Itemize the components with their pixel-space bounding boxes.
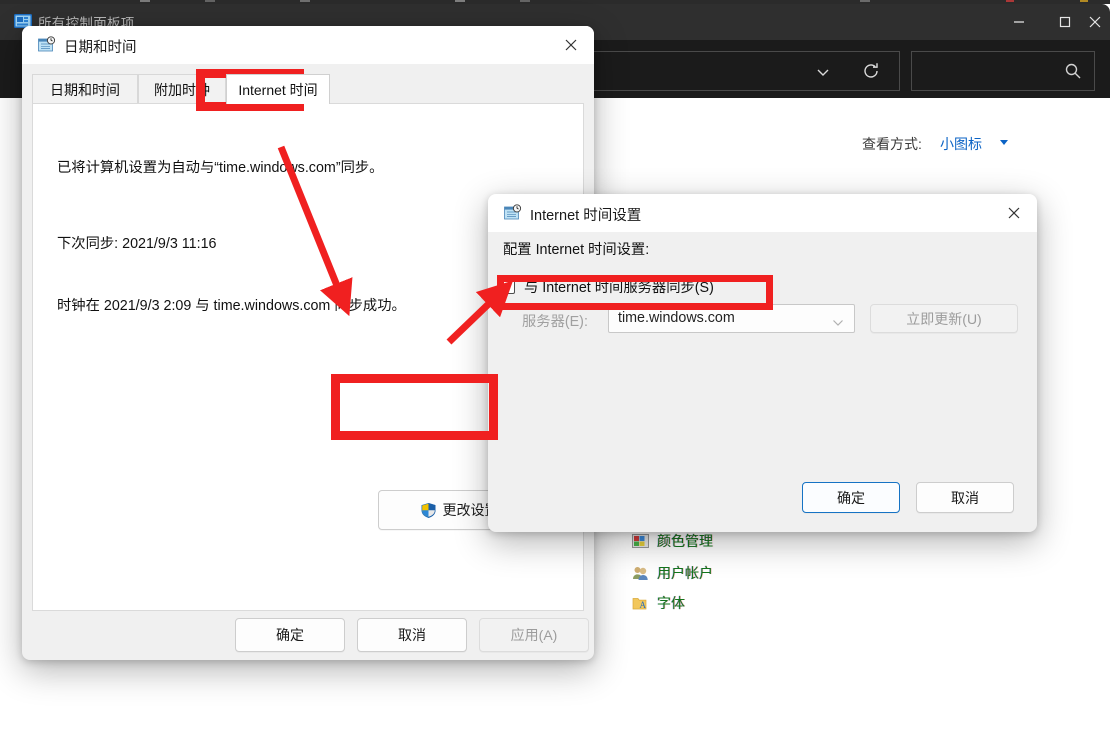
cancel-button[interactable]: 取消 xyxy=(916,482,1014,513)
user-accounts-icon xyxy=(633,566,648,580)
refresh-icon[interactable] xyxy=(861,61,881,86)
fonts-icon: A xyxy=(632,597,647,610)
svg-text:A: A xyxy=(640,600,647,610)
server-value: time.windows.com xyxy=(618,310,735,326)
tab-label: 日期和时间 xyxy=(50,81,120,98)
ok-label: 确定 xyxy=(276,627,304,643)
chevron-down-icon[interactable] xyxy=(832,315,844,333)
server-combobox[interactable]: time.windows.com xyxy=(608,304,855,333)
search-icon xyxy=(1064,62,1082,85)
search-input[interactable] xyxy=(911,51,1095,91)
close-icon[interactable] xyxy=(991,194,1037,232)
dialog-tab-row: 日期和时间 附加时钟 Internet 时间 xyxy=(32,74,584,104)
list-item[interactable]: 颜色管理 xyxy=(632,530,713,552)
view-by-label: 查看方式: xyxy=(862,136,922,152)
configure-heading: 配置 Internet 时间设置: xyxy=(503,242,650,258)
last-sync-text: 时钟在 2021/9/3 2:09 与 time.windows.com 同步成… xyxy=(57,298,406,314)
caret-down-icon[interactable] xyxy=(1000,140,1008,145)
apply-label: 应用(A) xyxy=(510,627,558,643)
window-minimize-button[interactable] xyxy=(996,4,1042,40)
internet-time-settings-dialog: Internet 时间设置 配置 Internet 时间设置: 与 Intern… xyxy=(488,194,1037,532)
color-management-icon xyxy=(632,533,649,548)
cancel-label: 取消 xyxy=(951,489,979,506)
list-item[interactable]: 用户帐户 xyxy=(632,562,713,584)
uac-shield-icon xyxy=(421,502,435,518)
sync-with-internet-server-checkbox[interactable]: 与 Internet 时间服务器同步(S) xyxy=(500,274,770,298)
tab-date-and-time[interactable]: 日期和时间 xyxy=(32,74,138,104)
auto-sync-status-text: 已将计算机设置为自动与“time.windows.com”同步。 xyxy=(57,160,384,176)
tab-label: Internet 时间 xyxy=(238,81,318,98)
date-time-dialog-titlebar: 日期和时间 xyxy=(22,26,594,64)
date-time-icon xyxy=(38,36,56,52)
list-item-label: 颜色管理 xyxy=(657,533,713,549)
close-icon[interactable] xyxy=(548,26,594,64)
chevron-down-icon[interactable] xyxy=(815,64,831,85)
server-label: 服务器(E): xyxy=(522,314,588,330)
apply-button: 应用(A) xyxy=(479,618,589,652)
cancel-label: 取消 xyxy=(398,627,426,643)
checkbox-box[interactable] xyxy=(500,278,515,294)
window-close-button[interactable] xyxy=(1080,4,1110,40)
tab-internet-time[interactable]: Internet 时间 xyxy=(226,74,330,104)
list-item[interactable]: A 字体 xyxy=(632,592,685,614)
tab-label: 附加时钟 xyxy=(154,81,210,98)
list-item-label: 字体 xyxy=(657,595,685,611)
date-time-icon xyxy=(504,204,522,220)
internet-time-dialog-title: Internet 时间设置 xyxy=(530,208,642,224)
update-now-label: 立即更新(U) xyxy=(906,310,982,327)
tab-additional-clocks[interactable]: 附加时钟 xyxy=(138,74,226,104)
next-sync-text: 下次同步: 2021/9/3 11:16 xyxy=(57,236,217,252)
ok-label: 确定 xyxy=(837,489,865,506)
view-by-value[interactable]: 小图标 xyxy=(940,134,982,154)
cancel-button[interactable]: 取消 xyxy=(357,618,467,652)
screen-root: 所有控制面板项 查看方式: 小图标 颜色管理 用户帐户 A 字体 日期和时间 日… xyxy=(0,0,1110,742)
list-item-label: 用户帐户 xyxy=(657,565,713,581)
date-time-dialog-title: 日期和时间 xyxy=(64,40,137,56)
update-now-button: 立即更新(U) xyxy=(870,304,1018,333)
sync-checkbox-label: 与 Internet 时间服务器同步(S) xyxy=(524,279,714,296)
internet-time-dialog-titlebar: Internet 时间设置 xyxy=(488,194,1037,232)
ok-button[interactable]: 确定 xyxy=(802,482,900,513)
ok-button[interactable]: 确定 xyxy=(235,618,345,652)
